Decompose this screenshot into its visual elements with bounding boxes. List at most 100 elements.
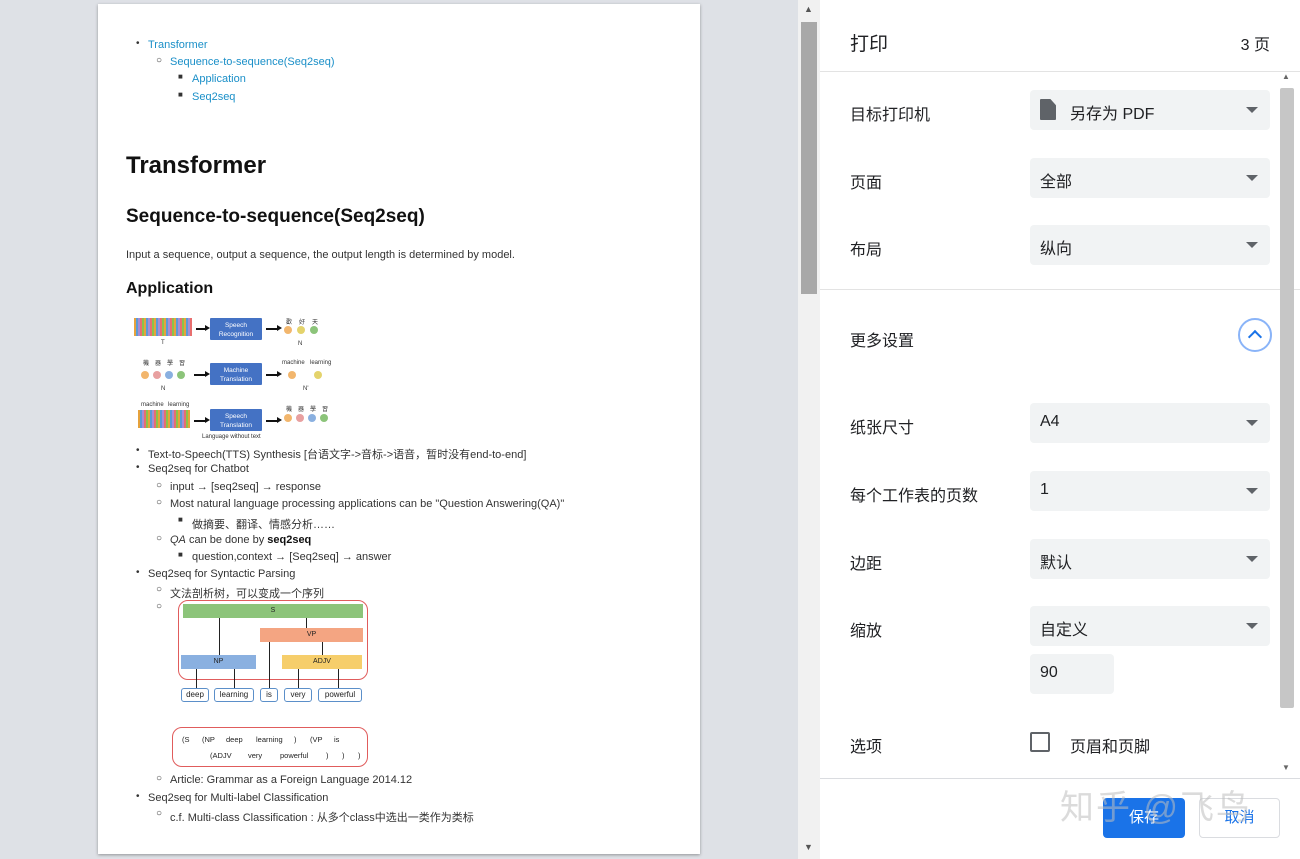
tree-node-adjv: ADJV [282, 655, 362, 669]
pages-select[interactable]: 全部 [1030, 158, 1270, 198]
arrow [266, 325, 282, 331]
list-item: question,context → [Seq2seq] → answer [192, 551, 392, 563]
input-token: machine [141, 402, 164, 408]
chevron-down-icon [1246, 623, 1258, 629]
sequence-token: (VP [310, 735, 323, 744]
more-settings-label[interactable]: 更多设置 [850, 327, 914, 351]
scale-value: 自定义 [1040, 622, 1089, 639]
tree-edge [322, 642, 324, 655]
collapse-more-settings-icon[interactable] [1238, 318, 1272, 352]
tree-node-np: NP [181, 655, 256, 669]
tree-node-vp: VP [260, 628, 363, 642]
token-dot [165, 371, 173, 379]
list-item: Seq2seq for Multi-label Classification [148, 792, 329, 804]
pages-per-sheet-label: 每个工作表的页数 [850, 488, 979, 505]
tree-edge [306, 618, 308, 628]
input-token: 器 [155, 361, 162, 367]
list-item: Article: Grammar as a Foreign Language 2… [170, 774, 413, 786]
headers-footers-label[interactable]: 页眉和页脚 [1070, 733, 1150, 757]
tree-word: very [284, 688, 312, 702]
margins-select[interactable]: 默认 [1030, 539, 1270, 579]
list-item: Seq2seq for Syntactic Parsing [148, 568, 296, 580]
arrow [266, 417, 282, 423]
toc-link-application[interactable]: Application [192, 73, 246, 85]
figure-caption: Language without text [202, 434, 261, 440]
options-label: 选项 [850, 739, 883, 756]
list-item: Most natural language processing applica… [170, 498, 565, 510]
machine-translation-box: Machine Translation [210, 363, 262, 385]
toc-link-seq2seq[interactable]: Seq2seq [192, 91, 235, 103]
scroll-up-icon[interactable]: ▲ [1282, 72, 1290, 81]
n-label: N [161, 386, 166, 392]
page-count: 3 页 [1240, 37, 1270, 54]
list-bullet: ■ [178, 515, 183, 524]
preview-scroll-thumb[interactable] [801, 22, 817, 294]
scale-input[interactable]: 90 [1030, 654, 1114, 694]
chevron-down-icon [1246, 420, 1258, 426]
toc-link-transformer[interactable]: Transformer [148, 39, 208, 51]
print-preview-area: • Transformer ○ Sequence-to-sequence(Seq… [0, 0, 798, 859]
list-bullet: ○ [156, 601, 163, 612]
list-bullet: ○ [156, 533, 163, 544]
output-token: 習 [322, 407, 329, 413]
list-bullet: • [136, 567, 140, 578]
destination-select[interactable]: 另存为 PDF [1030, 90, 1270, 130]
toc-bullet: ○ [156, 55, 163, 66]
layout-label: 布局 [850, 242, 883, 259]
sequence-token: deep [226, 735, 243, 744]
intro-paragraph: Input a sequence, output a sequence, the… [126, 249, 515, 261]
list-bullet: ○ [156, 773, 163, 784]
toc-link-seq2seq-section[interactable]: Sequence-to-sequence(Seq2seq) [170, 56, 335, 68]
pages-per-sheet-select[interactable]: 1 [1030, 471, 1270, 511]
sequence-token: very [248, 751, 263, 760]
headers-footers-checkbox[interactable] [1030, 732, 1050, 752]
tree-word: deep [181, 688, 209, 702]
scroll-down-icon[interactable]: ▼ [804, 842, 813, 852]
scroll-down-icon[interactable]: ▼ [1282, 763, 1290, 772]
qa-bold: seq2seq [267, 534, 312, 546]
chevron-down-icon [1246, 556, 1258, 562]
speech-translation-box: Speech Translation [210, 409, 262, 431]
t-label: T [161, 340, 165, 346]
list-item: QA can be done by seq2seq [170, 534, 311, 546]
paper-size-select[interactable]: A4 [1030, 403, 1270, 443]
pages-per-sheet-value: 1 [1040, 481, 1049, 498]
tree-edge [269, 642, 271, 688]
scale-select[interactable]: 自定义 [1030, 606, 1270, 646]
chevron-down-icon [1246, 488, 1258, 494]
token-dot [177, 371, 185, 379]
chevron-down-icon [1246, 107, 1258, 113]
watermark: 知乎 @飞鸟 [1060, 789, 1252, 827]
destination-label: 目标打印机 [850, 107, 931, 124]
layout-select[interactable]: 纵向 [1030, 225, 1270, 265]
sequence-token: (ADJV [210, 751, 232, 760]
sequence-token: ) [342, 751, 345, 760]
list-bullet: • [136, 445, 140, 456]
chevron-down-icon [1246, 242, 1258, 248]
paper-size-value: A4 [1040, 413, 1060, 430]
list-bullet: • [136, 462, 140, 473]
tree-edge [196, 669, 198, 688]
list-item: Text-to-Speech(TTS) Synthesis [台语文字->音标-… [148, 449, 527, 461]
sequence-frame [172, 727, 368, 767]
list-item: Seq2seq for Chatbot [148, 463, 249, 475]
speech-waveform [134, 318, 192, 336]
tree-node-s: S [183, 604, 363, 618]
preview-scrollbar[interactable]: ▲ ▼ [798, 0, 820, 859]
tree-edge [338, 669, 340, 688]
output-token: 天 [312, 320, 319, 326]
token-dot [310, 326, 318, 334]
list-bullet: ○ [156, 584, 163, 595]
tree-edge [234, 669, 236, 688]
panel-scroll-thumb[interactable] [1280, 88, 1294, 708]
toc-bullet: ■ [178, 90, 183, 99]
scale-number: 90 [1040, 664, 1058, 681]
sequence-token: learning [256, 735, 283, 744]
sequence-token: (NP [202, 735, 215, 744]
scroll-up-icon[interactable]: ▲ [804, 4, 813, 14]
sequence-token: ) [358, 751, 361, 760]
output-token: 歡 [286, 320, 293, 326]
token-dot [141, 371, 149, 379]
margins-label: 边距 [850, 556, 883, 573]
margins-value: 默认 [1040, 555, 1073, 572]
